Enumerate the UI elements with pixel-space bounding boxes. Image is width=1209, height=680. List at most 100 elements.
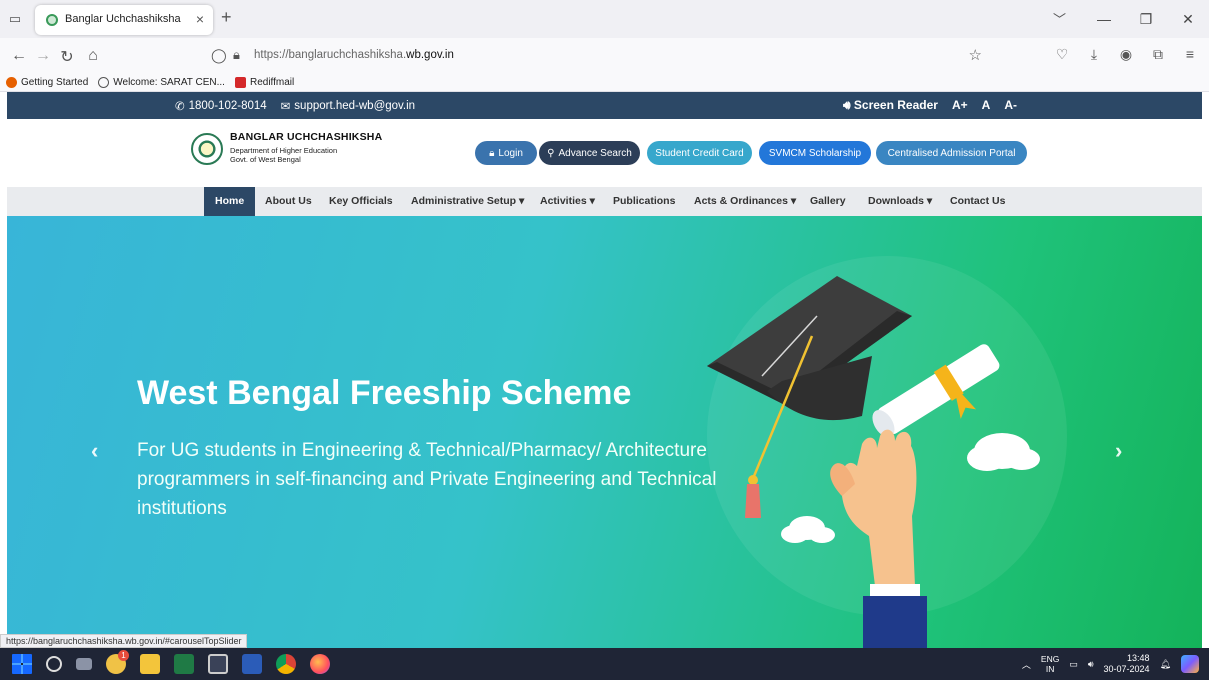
windows-taskbar: 1 ︿ ENG IN ▭ 🔊︎ 13:48 30-07-2024 🔔︎ [0,648,1209,680]
notifications-bell-icon[interactable]: 🔔︎ [1160,659,1171,670]
browser-nav-bar: ← → ↻ ⌂ ◯ 🔒︎ https://banglaruchchashiksh… [0,38,1209,74]
back-icon[interactable]: ← [10,47,28,65]
account-icon[interactable]: ◉ [1115,46,1137,63]
browser-tab-bar: ▭ Banglar Uchchashiksha × + ﹀ — ❐ ✕ [0,0,1209,38]
web-page: ✆ 1800-102-8014 ✉ support.hed-wb@gov.in 🔊︎… [7,92,1202,648]
extensions-icon[interactable]: ⧉ [1147,46,1169,63]
language-indicator[interactable]: ENG IN [1041,654,1059,674]
weather-widget-icon[interactable]: 1 [106,650,129,674]
close-window-icon[interactable]: ✕ [1167,0,1209,38]
carousel-next-arrow-icon[interactable]: › [1115,438,1122,464]
clock[interactable]: 13:48 30-07-2024 [1104,653,1150,675]
bookmark-rediffmail[interactable]: Rediffmail [234,77,294,88]
tracking-shield-icon[interactable]: ◯ [211,47,227,64]
calendar-app-icon[interactable] [208,654,228,674]
menu-acts-ordinances[interactable]: Acts & Ordinances ▾ [694,187,796,216]
menu-administrative-setup[interactable]: Administrative Setup ▾ [411,187,524,216]
email-contact[interactable]: ✉ support.hed-wb@gov.in [281,99,415,113]
excel-icon[interactable] [174,654,194,674]
copilot-icon[interactable] [1181,655,1199,673]
status-bar-url: https://banglaruchchashiksha.wb.gov.in/#… [0,634,248,648]
close-tab-icon[interactable]: × [196,11,204,27]
home-icon[interactable]: ⌂ [84,47,102,65]
menu-key-officials[interactable]: Key Officials [329,187,393,216]
url-bar[interactable]: ◯ 🔒︎ https://banglaruchchashiksha.wb.gov… [200,42,996,70]
menu-icon[interactable]: ≡ [1179,46,1201,63]
download-icon[interactable]: ⤓ [1083,46,1105,63]
pocket-icon[interactable]: ♡ [1051,46,1073,63]
word-icon[interactable] [242,654,262,674]
mail-icon: ✉ [280,101,291,113]
notification-badge: 1 [118,650,129,661]
menu-publications[interactable]: Publications [613,187,675,216]
bookmark-welcome[interactable]: Welcome: SARAT CEN... [98,77,225,88]
reload-icon[interactable]: ↻ [58,47,76,67]
lock-icon[interactable]: 🔒︎ [233,47,240,63]
brand-department: Department of Higher Education Govt. of … [230,146,338,164]
rediff-icon [234,77,246,88]
font-smaller-button[interactable]: A- [1004,98,1017,113]
govt-emblem-logo[interactable] [191,133,223,165]
cuff [870,584,920,598]
tab-overflow-chevron-icon[interactable]: ﹀ [1053,9,1066,28]
restore-icon[interactable]: ❐ [1125,0,1167,38]
bookmark-star-icon[interactable]: ☆ [969,46,982,64]
task-view-icon[interactable] [76,658,92,670]
window-controls: — ❐ ✕ [1083,0,1209,38]
main-menu: Home About Us Key Officials Administrati… [7,187,1202,216]
site-favicon-icon [46,14,58,26]
menu-about-us[interactable]: About Us [265,187,312,216]
login-button[interactable]: 🔒︎ Login [475,141,537,165]
menu-home[interactable]: Home [204,187,256,216]
advance-search-button[interactable]: ⚲ Advance Search [539,141,640,165]
menu-downloads[interactable]: Downloads ▾ [868,187,932,216]
menu-activities[interactable]: Activities ▾ [540,187,595,216]
volume-icon[interactable]: 🔊︎ [1088,659,1094,670]
speaker-icon: 🔊︎ [843,98,851,112]
site-header: BANGLAR UCHCHASHIKSHA Department of High… [7,119,1202,187]
sleeve [863,596,927,648]
hero-title: West Bengal Freeship Scheme [137,374,632,412]
firefox-icon[interactable] [310,654,330,674]
firefox-icon [6,77,17,88]
system-tray: ︿ ENG IN ▭ 🔊︎ 13:48 30-07-2024 🔔︎ [1022,653,1199,675]
hero-subtitle: For UG students in Engineering & Technic… [137,440,717,519]
globe-icon [98,77,110,88]
phone-contact[interactable]: ✆ 1800-102-8014 [175,99,267,113]
toolbar-icons: ♡ ⤓ ◉ ⧉ ≡ [1051,46,1201,63]
phone-icon: ✆ [175,101,185,113]
screen-reader-link[interactable]: 🔊︎ Screen Reader [843,98,938,113]
brand-name[interactable]: BANGLAR UCHCHASHIKSHA [230,131,382,143]
centralised-admission-portal-button[interactable]: Centralised Admission Portal [876,141,1027,165]
chrome-icon[interactable] [276,654,296,674]
minimize-icon[interactable]: — [1083,0,1125,38]
windows-start-icon[interactable] [12,654,32,674]
student-credit-card-button[interactable]: Student Credit Card [647,141,752,165]
cloud-left [781,516,835,543]
search-icon: ⚲ [547,147,555,159]
browser-tab[interactable]: Banglar Uchchashiksha × [35,5,213,35]
bookmarks-bar: Getting Started Welcome: SARAT CEN... Re… [0,74,1209,92]
top-contact-strip: ✆ 1800-102-8014 ✉ support.hed-wb@gov.in 🔊︎… [7,92,1202,119]
forward-icon[interactable]: → [34,47,52,65]
tab-title: Banglar Uchchashiksha [65,13,181,25]
hero-carousel[interactable]: West Bengal Freeship Scheme For UG stude… [7,216,1202,648]
file-explorer-icon[interactable] [140,654,160,674]
tab-list-icon[interactable]: ▭ [6,10,24,28]
carousel-prev-arrow-icon[interactable]: ‹ [91,438,98,464]
lock-icon: 🔒︎ [489,147,495,159]
bookmark-getting-started[interactable]: Getting Started [6,77,88,88]
svmcm-scholarship-button[interactable]: SVMCM Scholarship [759,141,871,165]
menu-gallery[interactable]: Gallery [810,187,846,216]
tray-overflow-chevron-icon[interactable]: ︿ [1022,658,1031,671]
font-normal-button[interactable]: A [982,98,991,113]
search-icon[interactable] [46,656,62,672]
cap-tassel-knot [748,475,758,485]
graduation-illustration [707,276,1040,648]
cloud-right [967,433,1040,471]
font-larger-button[interactable]: A+ [952,98,968,113]
network-icon[interactable]: ▭ [1069,659,1078,670]
new-tab-button[interactable]: + [221,7,232,28]
menu-contact-us[interactable]: Contact Us [950,187,1005,216]
url-text: https://banglaruchchashiksha.wb.gov.in [254,49,454,61]
